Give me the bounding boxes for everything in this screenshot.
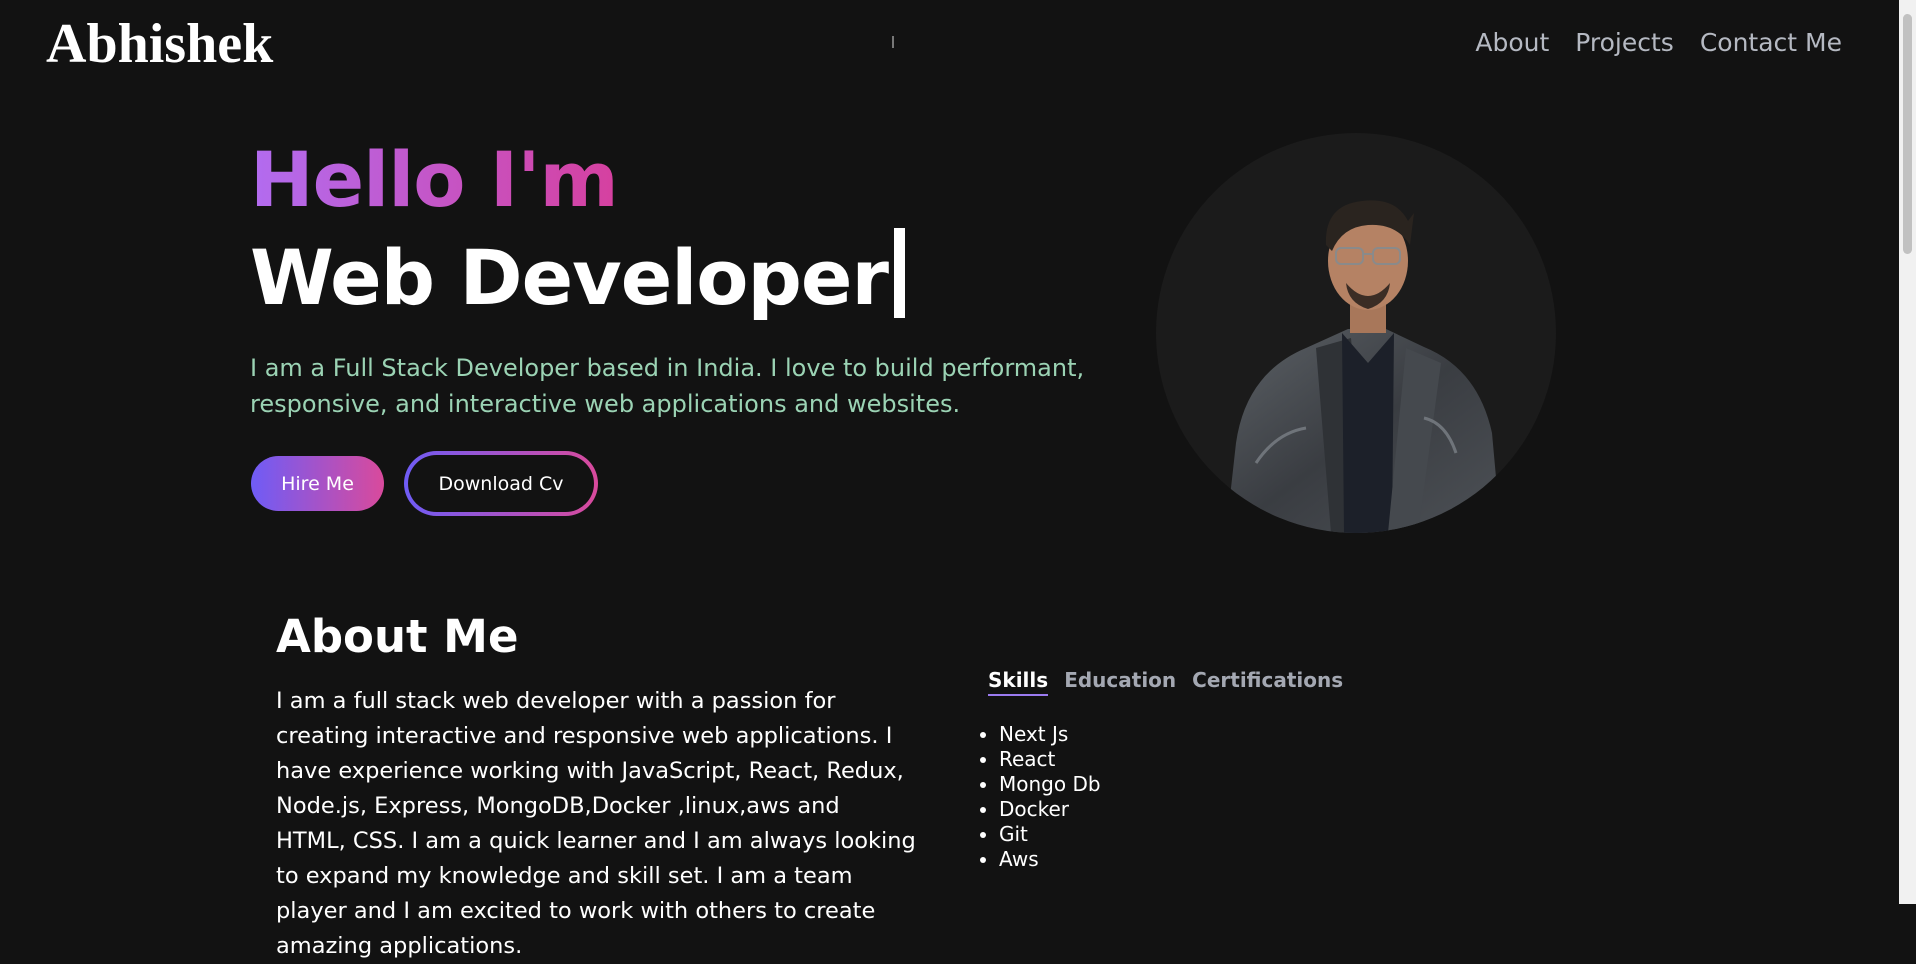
skill-item: Aws	[999, 847, 1101, 872]
download-cv-border: Download Cv	[404, 451, 598, 516]
about-title: About Me	[276, 610, 519, 663]
profile-avatar	[1156, 133, 1556, 533]
text-cursor-mark	[892, 36, 894, 48]
hero-role-text: Web Developer	[250, 233, 889, 322]
hero-role-line: Web Developer	[250, 228, 905, 322]
about-description: I am a full stack web developer with a p…	[276, 688, 916, 959]
profile-photo-illustration	[1226, 200, 1501, 533]
nav-link-contact[interactable]: Contact Me	[1700, 26, 1842, 60]
about-tabs: Skills Education Certifications	[988, 668, 1343, 696]
nav-links: About Projects Contact Me	[1475, 26, 1842, 60]
nav-link-projects[interactable]: Projects	[1575, 26, 1674, 60]
hero-description: I am a Full Stack Developer based in Ind…	[250, 354, 1085, 418]
skill-item: React	[999, 747, 1101, 772]
tab-certifications[interactable]: Certifications	[1192, 668, 1343, 696]
download-cv-button[interactable]: Download Cv	[408, 455, 594, 512]
hero-greeting: Hello I'm	[250, 135, 619, 224]
tab-skills[interactable]: Skills	[988, 668, 1049, 696]
tab-education[interactable]: Education	[1064, 668, 1176, 696]
skill-item: Mongo Db	[999, 772, 1101, 797]
skills-list: Next Js React Mongo Db Docker Git Aws	[978, 722, 1101, 872]
page-scrollbar[interactable]	[1899, 0, 1916, 904]
hire-me-button[interactable]: Hire Me	[251, 456, 384, 511]
skill-item: Next Js	[999, 722, 1101, 747]
nav-link-about[interactable]: About	[1475, 26, 1549, 60]
skill-item: Docker	[999, 797, 1101, 822]
navbar: Abhishek About Projects Contact Me	[0, 0, 1898, 88]
scrollbar-thumb[interactable]	[1903, 14, 1912, 254]
site-logo[interactable]: Abhishek	[46, 8, 273, 80]
skill-item: Git	[999, 822, 1101, 847]
typing-cursor	[893, 228, 905, 318]
